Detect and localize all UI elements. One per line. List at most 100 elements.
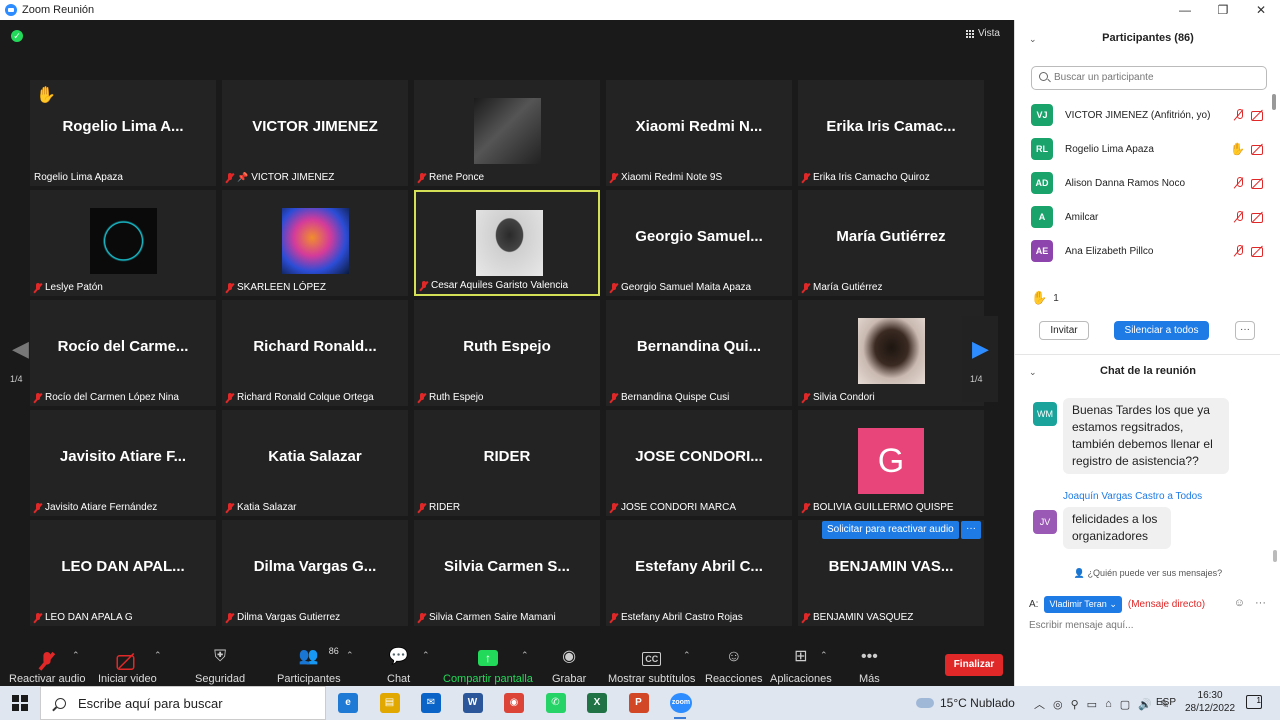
participant-row[interactable]: AE Ana Elizabeth Pillco <box>1031 234 1273 268</box>
video-tile[interactable]: Cesar Aquiles Garisto Valencia <box>414 190 600 296</box>
chrome-icon[interactable]: ◉ <box>504 693 524 713</box>
next-page-button[interactable]: ▶ 1/4 <box>962 316 998 402</box>
video-tile[interactable]: JOSE CONDORI... JOSE CONDORI MARCA <box>606 410 792 516</box>
video-tile[interactable]: Leslye Patón <box>30 190 216 296</box>
network-icon[interactable]: ⌂ <box>1105 698 1112 710</box>
video-tile[interactable]: Xiaomi Redmi N... Xiaomi Redmi Note 9S <box>606 80 792 186</box>
participants-more-button[interactable]: ··· <box>1235 321 1255 340</box>
video-tile[interactable]: SKARLEEN LÓPEZ <box>222 190 408 296</box>
encryption-shield-icon[interactable]: ✓ <box>11 30 23 42</box>
participant-name-label: Richard Ronald Colque Ortega <box>226 392 374 403</box>
edge-icon[interactable]: e <box>338 693 358 713</box>
share-screen-icon: ↑ <box>477 646 498 666</box>
participant-row[interactable]: AD Alison Danna Ramos Noco <box>1031 166 1273 200</box>
participants-options-chevron-icon[interactable]: ⌃ <box>346 650 354 661</box>
video-tile[interactable]: LEO DAN APAL... LEO DAN APALA G <box>30 520 216 626</box>
video-tile[interactable]: Rene Ponce <box>414 80 600 186</box>
emoji-icon[interactable]: ☺ <box>1234 597 1245 609</box>
zoom-icon[interactable]: zoom <box>670 693 692 719</box>
minimize-button[interactable]: — <box>1166 0 1204 20</box>
who-can-see-link[interactable]: 👤 ¿Quién puede ver sus mensajes? <box>1015 568 1280 579</box>
start-video-button[interactable]: Iniciar video <box>98 646 157 685</box>
message-bubble: felicidades a los organizadores <box>1063 507 1171 549</box>
microphone-muted-icon <box>802 502 810 513</box>
participant-row[interactable]: VJ VICTOR JIMENEZ (Anfitrión, yo) <box>1031 98 1273 132</box>
tile-more-button[interactable]: ··· <box>961 521 981 539</box>
share-screen-button[interactable]: ↑ Compartir pantalla <box>443 646 533 685</box>
battery-icon[interactable]: ▭ <box>1087 698 1097 711</box>
video-options-chevron-icon[interactable]: ⌃ <box>154 650 162 661</box>
video-tile[interactable]: Bernandina Qui... Bernandina Quispe Cusi <box>606 300 792 406</box>
clock[interactable]: 16:30 28/12/2022 <box>1185 689 1235 715</box>
video-tile[interactable]: Katia Salazar Katia Salazar <box>222 410 408 516</box>
notifications-icon[interactable]: 1 <box>1246 695 1262 709</box>
video-tile[interactable]: Estefany Abril C... Estefany Abril Castro… <box>606 520 792 626</box>
video-tile[interactable]: ✋ Rogelio Lima A... Rogelio Lima Apaza <box>30 80 216 186</box>
windows-start-icon[interactable] <box>12 695 28 711</box>
reactions-button[interactable]: ☺ Reacciones <box>705 646 762 685</box>
powerpoint-icon[interactable]: P <box>628 693 649 713</box>
excel-icon[interactable]: X <box>587 693 607 713</box>
record-button[interactable]: ◉ Grabar <box>552 646 586 685</box>
display-icon[interactable]: ▢ <box>1120 698 1130 711</box>
participant-display-name: RIDER <box>483 448 531 465</box>
show-hidden-icons-icon[interactable]: ︿ <box>1034 696 1045 712</box>
video-tile[interactable]: Silvia Condori <box>798 300 984 406</box>
video-tile[interactable]: Ruth Espejo Ruth Espejo <box>414 300 600 406</box>
message-avatar: WM <box>1033 402 1057 426</box>
subtitles-options-chevron-icon[interactable]: ⌃ <box>683 650 691 661</box>
audio-options-chevron-icon[interactable]: ⌃ <box>72 650 80 661</box>
mute-all-button[interactable]: Silenciar a todos <box>1114 321 1209 340</box>
video-tile[interactable]: Dilma Vargas G... Dilma Vargas Gutierrez <box>222 520 408 626</box>
view-button[interactable]: Vista <box>965 28 1000 39</box>
chat-button[interactable]: 💬 Chat <box>387 646 410 685</box>
participant-list-scrollbar[interactable] <box>1272 94 1276 110</box>
recipient-dropdown[interactable]: Vladimir Teran ⌄ <box>1044 596 1122 613</box>
participant-search-input[interactable]: Buscar un participante <box>1031 66 1267 90</box>
video-tile[interactable]: Javisito Atiare F... Javisito Atiare Fern… <box>30 410 216 516</box>
share-options-chevron-icon[interactable]: ⌃ <box>521 650 529 661</box>
language-indicator[interactable]: ESP <box>1156 697 1176 708</box>
security-button[interactable]: ⛨ Seguridad <box>195 646 245 685</box>
pin-icon: 📌 <box>237 172 249 182</box>
invite-button[interactable]: Invitar <box>1039 321 1089 340</box>
mail-icon[interactable]: ✉ <box>421 693 441 713</box>
taskbar-search-input[interactable]: Escribe aquí para buscar <box>40 686 326 720</box>
participant-row[interactable] <box>1031 268 1273 274</box>
participant-row[interactable]: RL Rogelio Lima Apaza ✋ <box>1031 132 1273 166</box>
video-tile[interactable]: VICTOR JIMENEZ 📌 VICTOR JIMENEZ <box>222 80 408 186</box>
video-tile[interactable]: Silvia Carmen S... Silvia Carmen Saire Ma… <box>414 520 600 626</box>
chat-more-icon[interactable]: ··· <box>1255 597 1266 609</box>
end-meeting-button[interactable]: Finalizar <box>945 654 1003 676</box>
close-window-button[interactable]: ✕ <box>1242 0 1280 20</box>
video-tile[interactable]: María Gutiérrez María Gutiérrez <box>798 190 984 296</box>
chat-message-input[interactable]: Escribir mensaje aquí... <box>1029 620 1134 631</box>
video-tile[interactable]: Georgio Samuel... Georgio Samuel Maita Ap… <box>606 190 792 296</box>
participant-row[interactable]: A Amilcar <box>1031 200 1273 234</box>
request-unmute-button[interactable]: Solicitar para reactivar audio <box>822 521 959 539</box>
video-tile[interactable]: Erika Iris Camac... Erika Iris Camacho Qu… <box>798 80 984 186</box>
volume-icon[interactable]: 🔊 <box>1138 698 1152 711</box>
word-icon[interactable]: W <box>462 693 483 713</box>
video-tile[interactable]: Rocío del Carme... Rocío del Carmen López… <box>30 300 216 406</box>
meet-now-icon[interactable]: ◎ <box>1053 698 1063 711</box>
video-tile[interactable]: G BOLIVIA GUILLERMO QUISPE <box>798 410 984 516</box>
video-tile[interactable]: Richard Ronald... Richard Ronald Colque O… <box>222 300 408 406</box>
chat-scrollbar[interactable] <box>1273 550 1277 562</box>
participant-name: Ruth Espejo <box>429 392 484 403</box>
security-tray-icon[interactable]: ⚲ <box>1071 698 1079 711</box>
weather-widget[interactable]: 15°C Nublado <box>916 696 1015 710</box>
participants-button[interactable]: 👥 86 Participantes <box>277 646 341 685</box>
participant-name: RIDER <box>429 502 461 513</box>
whatsapp-icon[interactable]: ✆ <box>545 693 566 713</box>
video-tile[interactable]: RIDER RIDER <box>414 410 600 516</box>
more-button[interactable]: ••• Más <box>859 646 880 685</box>
maximize-button[interactable]: ❐ <box>1204 0 1242 20</box>
record-icon: ◉ <box>562 648 577 665</box>
previous-page-button[interactable]: ◀ 1/4 <box>2 316 38 402</box>
explorer-icon[interactable]: ▤ <box>379 693 400 713</box>
page-indicator-right: 1/4 <box>970 374 983 384</box>
chat-options-chevron-icon[interactable]: ⌃ <box>422 650 430 661</box>
participants-label: Participantes <box>277 673 341 685</box>
apps-options-chevron-icon[interactable]: ⌃ <box>820 650 828 661</box>
